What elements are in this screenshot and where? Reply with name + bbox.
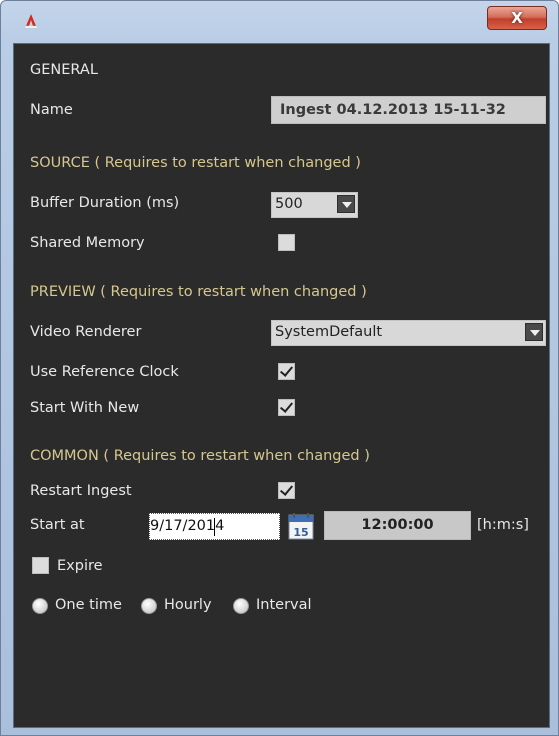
- close-icon: X: [511, 9, 523, 27]
- expire-label: Expire: [57, 558, 103, 574]
- shared-memory-checkbox[interactable]: [278, 234, 295, 251]
- calendar-day: 15: [293, 526, 308, 539]
- expire-checkbox[interactable]: [32, 557, 49, 574]
- buffer-duration-label: Buffer Duration (ms): [30, 195, 180, 211]
- start-with-new-label: Start With New: [30, 400, 140, 416]
- dialog-window: X GENERAL Name Ingest 04.12.2013 15-11-3…: [0, 0, 559, 736]
- radio-hourly-label: Hourly: [164, 597, 212, 613]
- radio-interval-label: Interval: [256, 597, 312, 613]
- close-button[interactable]: X: [487, 6, 547, 30]
- buffer-duration-value: 500: [275, 196, 303, 212]
- common-header: COMMON ( Requires to restart when change…: [30, 448, 370, 464]
- source-header: SOURCE ( Requires to restart when change…: [30, 155, 361, 171]
- radio-one-time-label: One time: [55, 597, 122, 613]
- app-logo-icon: [24, 14, 38, 29]
- start-date-input[interactable]: 9/17/2014: [149, 513, 280, 540]
- video-renderer-label: Video Renderer: [30, 324, 142, 340]
- radio-one-time[interactable]: [32, 598, 48, 614]
- start-time-input[interactable]: 12:00:00: [324, 511, 471, 540]
- preview-header: PREVIEW ( Requires to restart when chang…: [30, 284, 367, 300]
- restart-ingest-label: Restart Ingest: [30, 483, 132, 499]
- calendar-icon[interactable]: 15: [288, 513, 314, 540]
- radio-hourly[interactable]: [141, 598, 157, 614]
- title-bar[interactable]: X: [1, 1, 558, 37]
- start-at-label: Start at: [30, 517, 85, 533]
- video-renderer-select[interactable]: SystemDefault: [271, 320, 546, 346]
- buffer-duration-select[interactable]: 500: [271, 192, 358, 218]
- settings-panel: [13, 43, 550, 728]
- name-field[interactable]: Ingest 04.12.2013 15-11-32: [271, 96, 546, 124]
- reference-clock-label: Use Reference Clock: [30, 364, 179, 380]
- video-renderer-value: SystemDefault: [275, 324, 383, 340]
- restart-ingest-checkbox[interactable]: [278, 482, 295, 499]
- time-format-label: [h:m:s]: [477, 517, 529, 533]
- reference-clock-checkbox[interactable]: [278, 363, 295, 380]
- radio-interval[interactable]: [233, 598, 249, 614]
- chevron-down-icon[interactable]: [525, 323, 543, 341]
- chevron-down-icon[interactable]: [337, 195, 355, 213]
- general-header: GENERAL: [30, 62, 98, 78]
- shared-memory-label: Shared Memory: [30, 235, 145, 251]
- text-caret: [214, 518, 215, 536]
- start-with-new-checkbox[interactable]: [278, 399, 295, 416]
- name-label: Name: [30, 102, 73, 118]
